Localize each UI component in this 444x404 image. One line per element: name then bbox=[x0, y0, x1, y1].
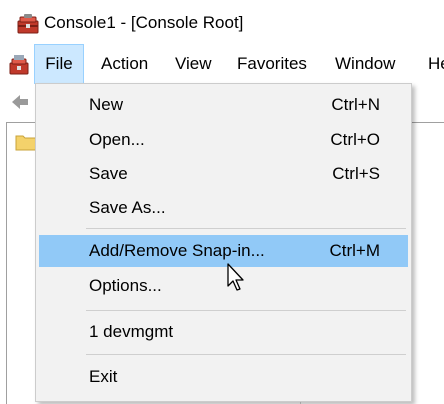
menu-item-save-as[interactable]: Save As... bbox=[39, 192, 408, 224]
window-title: Console1 - [Console Root] bbox=[44, 13, 244, 32]
menu-item-label: Options... bbox=[89, 276, 162, 295]
menu-item-label: 1 devmgmt bbox=[89, 322, 174, 341]
menu-item-recent-devmgmt[interactable]: 1 devmgmt bbox=[39, 316, 408, 348]
menu-item-label: Exit bbox=[89, 367, 118, 386]
file-menu-dropdown: New Ctrl+N Open... Ctrl+O Save Ctrl+S Sa… bbox=[35, 83, 412, 402]
menu-separator bbox=[86, 310, 406, 311]
menu-help[interactable]: He bbox=[428, 44, 444, 84]
menu-favorites[interactable]: Favorites bbox=[237, 44, 307, 84]
menu-item-label: Save As... bbox=[89, 198, 166, 217]
menu-item-shortcut: Ctrl+O bbox=[330, 130, 380, 149]
menu-item-label: New bbox=[89, 95, 124, 114]
mouse-pointer-icon bbox=[227, 263, 244, 291]
folder-icon[interactable] bbox=[15, 133, 37, 151]
menu-item-exit[interactable]: Exit bbox=[39, 361, 408, 393]
menu-item-new[interactable]: New Ctrl+N bbox=[39, 89, 408, 121]
menu-window[interactable]: Window bbox=[335, 44, 395, 84]
menu-item-shortcut: Ctrl+M bbox=[329, 241, 380, 260]
menu-item-add-remove-snap-in[interactable]: Add/Remove Snap-in... Ctrl+M bbox=[39, 235, 408, 267]
back-arrow-icon[interactable] bbox=[10, 92, 30, 112]
menu-item-label: Open... bbox=[89, 130, 145, 149]
menu-item-open[interactable]: Open... Ctrl+O bbox=[39, 124, 408, 156]
menu-separator bbox=[86, 354, 406, 355]
mmc-document-icon[interactable] bbox=[8, 53, 32, 77]
menu-separator bbox=[86, 228, 406, 229]
menu-bar: File Action View Favorites Window He bbox=[0, 44, 444, 84]
mmc-toolbox-icon bbox=[17, 14, 39, 34]
menu-view[interactable]: View bbox=[175, 44, 212, 84]
menu-action[interactable]: Action bbox=[101, 44, 148, 84]
menu-item-label: Save bbox=[89, 164, 128, 183]
menu-item-options[interactable]: Options... bbox=[39, 270, 408, 302]
menu-item-shortcut: Ctrl+S bbox=[332, 164, 380, 183]
menu-item-save[interactable]: Save Ctrl+S bbox=[39, 158, 408, 190]
menu-file[interactable]: File bbox=[34, 44, 84, 84]
title-bar: Console1 - [Console Root] bbox=[0, 0, 444, 44]
menu-item-shortcut: Ctrl+N bbox=[331, 95, 380, 114]
